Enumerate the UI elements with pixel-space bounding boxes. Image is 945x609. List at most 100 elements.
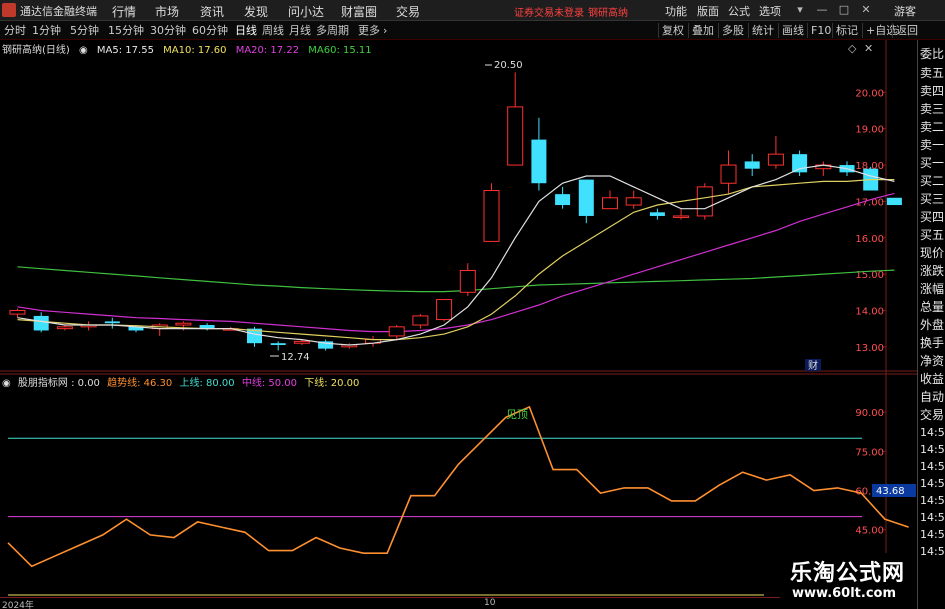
time-axis-month: 10	[484, 598, 496, 608]
finance-badge[interactable]: 财	[808, 359, 818, 372]
price-tick-label: 14.00	[855, 306, 884, 317]
candlestick-series	[9, 72, 902, 351]
candle	[80, 321, 97, 331]
tab-monthly[interactable]: 月线	[289, 23, 311, 38]
menu-discover[interactable]: 发现	[244, 3, 268, 20]
period-toolbar: 分时 1分钟 5分钟 15分钟 30分钟 60分钟 日线 周线 月线 多周期 更…	[0, 21, 945, 40]
candle-body-down	[555, 194, 571, 206]
back-button[interactable]: 返回	[892, 23, 921, 38]
candle	[104, 317, 120, 329]
candle	[270, 341, 286, 351]
tab-60min[interactable]: 60分钟	[192, 23, 228, 38]
price-tick-label: 20.00	[855, 88, 884, 99]
sidebar-time-3: 14:56	[920, 460, 945, 473]
trend-line	[7, 405, 909, 568]
candle-body-down	[744, 161, 760, 169]
sidebar-label-price: 现价	[920, 246, 945, 260]
tab-multi-period[interactable]: 多周期	[316, 23, 349, 38]
tab-daily[interactable]: 日线	[235, 23, 257, 38]
candle-body-up	[56, 326, 73, 330]
panel-settings-icon[interactable]: ◇	[848, 42, 857, 55]
candle	[886, 197, 902, 206]
draw-line-button[interactable]: 画线	[778, 23, 807, 38]
app-title: 通达信金融终端	[20, 5, 97, 18]
candle	[318, 339, 334, 351]
candle-body-up	[720, 164, 737, 184]
indicator-tick-label: 75.00	[855, 447, 884, 458]
candle-body-up	[9, 309, 26, 315]
indicator-tick-label: 90.00	[855, 408, 884, 419]
menu-function[interactable]: 功能	[665, 3, 687, 19]
sidebar-label-trade[interactable]: 交易	[920, 406, 944, 423]
candle	[9, 308, 26, 318]
tab-30min[interactable]: 30分钟	[150, 23, 186, 38]
candle-body-up	[175, 322, 192, 326]
tab-weekly[interactable]: 周线	[262, 23, 284, 38]
candle-body-down	[531, 139, 547, 184]
candle	[815, 161, 832, 176]
panel-close-icon[interactable]: ✕	[864, 42, 873, 55]
stats-button[interactable]: 统计	[748, 23, 777, 38]
menu-news[interactable]: 资讯	[200, 3, 224, 20]
menu-bar: 通达信金融终端 行情 市场 资讯 发现 问小达 财富圈 交易 证券交易未登录 钢…	[0, 0, 945, 21]
window-menu-icon[interactable]: ▾	[793, 3, 807, 17]
candle	[720, 150, 737, 195]
sidebar-label-bid1: 买一	[920, 156, 945, 170]
adjust-button[interactable]: 复权	[658, 23, 687, 38]
sidebar-time-7: 14:56	[920, 528, 945, 541]
candle-body-down	[649, 212, 665, 216]
candle-body-up	[767, 153, 784, 166]
overlay-button[interactable]: 叠加	[688, 23, 717, 38]
menu-formula[interactable]: 公式	[728, 3, 750, 19]
high-price-annotation: 20.50	[494, 60, 523, 71]
sidebar-label-ask3: 卖三	[920, 102, 945, 116]
candle	[483, 183, 500, 242]
sidebar-label-change: 涨跌	[920, 264, 945, 278]
ma60-line-group	[17, 266, 895, 293]
candle-body-down	[270, 343, 286, 346]
price-tick-label: 16.00	[855, 234, 884, 245]
maximize-icon[interactable]: □	[837, 3, 851, 17]
menu-market[interactable]: 市场	[155, 3, 179, 20]
tab-1min[interactable]: 1分钟	[32, 23, 61, 38]
sidebar-time-6: 14:56	[920, 511, 945, 524]
watermark: 乐淘公式网 www.60lt.com	[780, 553, 917, 609]
menu-trade[interactable]: 交易	[396, 3, 420, 20]
candle	[199, 323, 215, 331]
multi-stock-button[interactable]: 多股	[718, 23, 747, 38]
sidebar-label-earnings: 收益	[920, 372, 945, 386]
candle	[625, 190, 642, 209]
trend-line-group	[7, 405, 909, 568]
sidebar-label-order-ratio: 委比	[920, 47, 945, 61]
candle-body-down	[104, 321, 120, 324]
guest-label[interactable]: 游客	[894, 3, 916, 19]
close-icon[interactable]: ✕	[859, 3, 873, 17]
menu-ask[interactable]: 问小达	[288, 3, 324, 20]
trade-login-warning[interactable]: 证券交易未登录	[514, 4, 584, 19]
minimize-icon[interactable]: —	[815, 3, 829, 17]
candle	[649, 208, 665, 220]
more-chevron-icon[interactable]: ›	[383, 23, 387, 38]
candle	[388, 325, 405, 340]
ma60-line	[17, 266, 895, 293]
tab-5min[interactable]: 5分钟	[70, 23, 99, 38]
candle-body-up	[673, 215, 690, 218]
sidebar-label-outer: 外盘	[920, 318, 945, 332]
sidebar-label-bid4: 买四	[920, 210, 945, 224]
f10-button[interactable]: F10	[807, 23, 834, 38]
mark-button[interactable]: 标记	[832, 23, 861, 38]
candle-body-up	[412, 315, 429, 326]
tab-more[interactable]: 更多	[358, 23, 380, 38]
tab-15min[interactable]: 15分钟	[108, 23, 144, 38]
time-axis-year: 2024年	[2, 601, 34, 609]
menu-market-quotes[interactable]: 行情	[112, 3, 136, 20]
low-price-annotation: 12.74	[281, 352, 310, 363]
sidebar-label-auto[interactable]: 自动	[920, 388, 944, 405]
chart-canvas[interactable]: 13.0014.0015.0016.0017.0018.0019.0020.00…	[0, 40, 917, 597]
menu-options[interactable]: 选项	[759, 3, 781, 19]
menu-wealth[interactable]: 财富圈	[341, 3, 377, 20]
candle-body-down	[33, 315, 49, 331]
tab-intraday[interactable]: 分时	[4, 23, 26, 38]
sidebar-label-bid2: 买二	[920, 174, 945, 188]
menu-layout[interactable]: 版面	[697, 3, 719, 19]
